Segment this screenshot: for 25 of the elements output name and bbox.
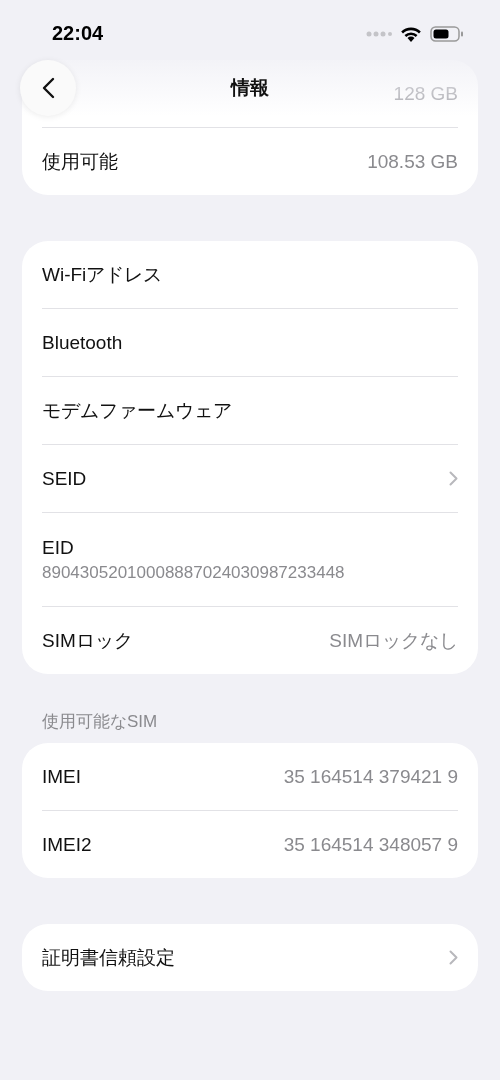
- row-value: 89043052010008887024030987233448: [42, 562, 345, 583]
- row-value: 35 164514 348057 9: [283, 833, 458, 856]
- row-label: モデムファームウェア: [42, 398, 232, 423]
- row-value: SIMロックなし: [329, 628, 458, 653]
- row-label: EID: [42, 536, 74, 559]
- row-label: 使用可能: [42, 149, 118, 174]
- section-header: 使用可能なSIM: [41, 711, 159, 733]
- row-value: 35 164514 379421 9: [283, 765, 458, 788]
- row-label: IMEI: [42, 765, 82, 788]
- row-value: 128 GB: [393, 82, 458, 105]
- back-icon[interactable]: [41, 77, 55, 99]
- row-label: Wi-Fiアドレス: [42, 262, 163, 287]
- row-label: IMEI2: [42, 833, 92, 856]
- signal-icon: [366, 30, 392, 37]
- wifi-icon: [400, 25, 422, 42]
- battery-icon: [430, 25, 464, 42]
- chevron-icon[interactable]: [449, 950, 458, 965]
- status-time: 22:04: [52, 22, 104, 45]
- row-label: SEID: [42, 467, 87, 490]
- chevron-icon[interactable]: [449, 471, 458, 486]
- nav-title: 情報: [231, 75, 269, 100]
- row-label: 証明書信頼設定: [42, 945, 175, 970]
- row-label: Bluetooth: [42, 331, 123, 354]
- row-label: SIMロック: [42, 628, 133, 653]
- row-value: 108.53 GB: [367, 150, 458, 173]
